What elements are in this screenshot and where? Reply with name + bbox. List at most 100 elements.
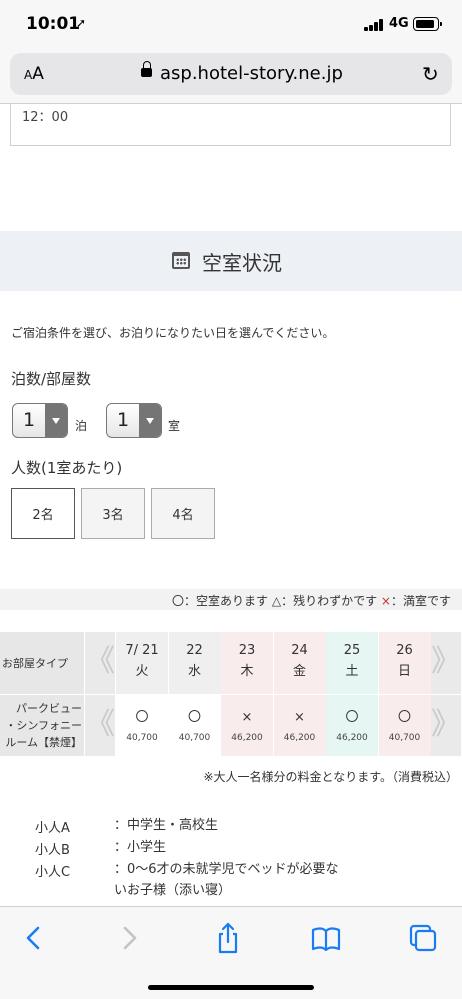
day-price: 46,200 — [336, 733, 368, 743]
instruction-text: ご宿泊条件を選び、お泊りになりたい日を選んでください。 — [11, 326, 335, 340]
day-date: 22 — [186, 643, 203, 658]
checkin-time: 12：00 — [22, 110, 69, 125]
network-type: 4G — [389, 16, 409, 31]
double-chevron-right-icon: 》 — [431, 707, 461, 742]
address-bar[interactable]: AA asp.hotel-story.ne.jp ↻ — [10, 53, 452, 95]
page-content: 12：00 空室状況 ご宿泊条件を選び、お泊りになりたい日を選んでください。 泊… — [0, 104, 462, 906]
url-text[interactable]: asp.hotel-story.ne.jp — [160, 63, 343, 84]
day-date: 26 — [396, 643, 413, 658]
location-arrow-icon: ➚ — [76, 16, 87, 30]
legend-full: ：満室です — [390, 594, 451, 608]
nights-unit: 泊 — [75, 419, 88, 433]
child-c-desc-line: ：0〜6才の未就学児でベッドが必要な — [114, 862, 339, 877]
day-availability-cell: × 46,200 — [221, 695, 273, 756]
section-title: 空室状況 — [202, 251, 282, 275]
day-column: 23 木 × 46,200 — [221, 632, 273, 756]
persons-label: 人数(1室あたり) — [11, 459, 123, 477]
nights-select[interactable]: 1 — [12, 403, 68, 438]
day-weekday: 金 — [292, 664, 306, 679]
reader-text-size-button[interactable]: AA — [24, 64, 44, 84]
day-price: 40,700 — [388, 733, 421, 743]
reload-icon[interactable]: ↻ — [422, 62, 439, 86]
day-header: 26 日 — [378, 632, 431, 694]
child-b-desc: ：小学生 — [114, 840, 167, 855]
nights-value: 1 — [23, 409, 36, 431]
lock-icon — [141, 61, 152, 77]
day-header: 24 金 — [273, 632, 326, 694]
forward-icon[interactable] — [112, 921, 146, 955]
day-price: 46,200 — [283, 733, 316, 743]
availability-status: × — [241, 710, 253, 725]
room-name-line: ・シンフォニー — [5, 719, 82, 732]
day-availability-cell[interactable]: 〇 46,200 — [326, 695, 378, 756]
next-week-button[interactable]: 》 — [431, 695, 461, 756]
day-weekday: 日 — [397, 664, 411, 679]
back-icon[interactable] — [17, 921, 51, 955]
browser-chrome: 10:01 ➚ 4G AA asp.hotel-story.ne.jp ↻ — [0, 0, 462, 104]
share-icon[interactable] — [211, 921, 245, 955]
rooms-select[interactable]: 1 — [106, 403, 162, 438]
person-option-3[interactable]: 3名 — [81, 488, 145, 539]
cellular-signal-icon — [364, 19, 386, 31]
battery-icon — [413, 17, 442, 31]
prev-week-button[interactable]: 《 — [85, 695, 115, 756]
day-header: 25 土 — [326, 632, 378, 694]
legend-few: △：残りわずかです — [271, 594, 378, 608]
chevron-down-icon — [139, 404, 161, 437]
day-header: 7/ 21 火 — [116, 632, 168, 694]
bookmarks-icon[interactable] — [309, 921, 343, 955]
availability-status: × — [294, 710, 305, 725]
day-column: 26 日〇 40,700 — [378, 632, 431, 756]
day-date: 7/ 21 — [125, 643, 159, 658]
day-availability-cell: × 46,200 — [273, 695, 326, 756]
room-name[interactable]: パークビュー ・シンフォニー ルーム【禁煙】 — [0, 695, 84, 756]
day-column: 24 金 × 46,200 — [273, 632, 326, 756]
room-type-header-label: お部屋タイプ — [2, 657, 68, 670]
availability-legend: 〇：空室あります △：残りわずかです ×：満室です — [0, 589, 462, 610]
status-time: 10:01 — [26, 14, 81, 34]
nights-rooms-label: 泊数/部屋数 — [11, 370, 92, 388]
day-header: 22 水 — [168, 632, 221, 694]
day-price: 40,700 — [178, 733, 211, 743]
vacancy-section-header: 空室状況 — [0, 231, 462, 291]
room-name-line: ルーム【禁煙】 — [5, 736, 82, 749]
price-note: ※大人一名様分の料金となります。（消費税込） — [203, 770, 459, 784]
chevron-down-icon — [45, 404, 67, 437]
day-weekday: 木 — [240, 664, 254, 679]
day-header: 23 木 — [221, 632, 273, 694]
double-chevron-right-icon: 》 — [431, 644, 461, 679]
child-c-label: 小人C — [35, 865, 71, 880]
person-option-2[interactable]: 2名 — [11, 488, 75, 539]
double-chevron-left-icon: 《 — [85, 644, 115, 679]
availability-status: 〇 — [397, 710, 411, 725]
next-week-header-button[interactable]: 》 — [431, 632, 461, 694]
availability-status: 〇 — [345, 710, 359, 725]
day-availability-cell[interactable]: 〇 40,700 — [378, 695, 431, 756]
availability-calendar: お部屋タイプ パークビュー ・シンフォニー ルーム【禁煙】 《 《 7/ 21 火… — [0, 632, 462, 756]
child-a-desc: ：中学生・高校生 — [114, 818, 219, 833]
day-availability-cell[interactable]: 〇 40,700 — [168, 695, 221, 756]
day-weekday: 水 — [187, 664, 201, 679]
room-type-header: お部屋タイプ — [0, 632, 84, 694]
prev-week-header-button[interactable]: 《 — [85, 632, 115, 694]
availability-status: 〇 — [135, 710, 149, 725]
tabs-icon[interactable] — [406, 921, 440, 955]
room-name-line: パークビュー — [16, 702, 82, 715]
child-c-desc: ：0〜6才の未就学児でベッドが必要な いお子様（添い寝） — [114, 859, 339, 901]
browser-toolbar — [0, 906, 462, 999]
day-weekday: 火 — [135, 664, 149, 679]
rooms-value: 1 — [117, 409, 130, 431]
status-bar: 10:01 ➚ 4G — [0, 0, 462, 44]
checkin-time-box: 12：00 — [10, 104, 451, 146]
day-weekday: 土 — [345, 664, 359, 679]
person-option-4[interactable]: 4名 — [151, 488, 215, 539]
legend-available: 〇：空室あります — [172, 594, 269, 608]
calendar-icon — [172, 252, 190, 269]
day-column: 7/ 21 火〇 40,700 — [116, 632, 168, 756]
double-chevron-left-icon: 《 — [85, 707, 115, 742]
day-availability-cell[interactable]: 〇 40,700 — [116, 695, 168, 756]
home-indicator — [148, 985, 314, 990]
day-price: 46,200 — [231, 733, 263, 743]
day-date: 24 — [291, 643, 308, 658]
day-date: 25 — [343, 643, 361, 658]
